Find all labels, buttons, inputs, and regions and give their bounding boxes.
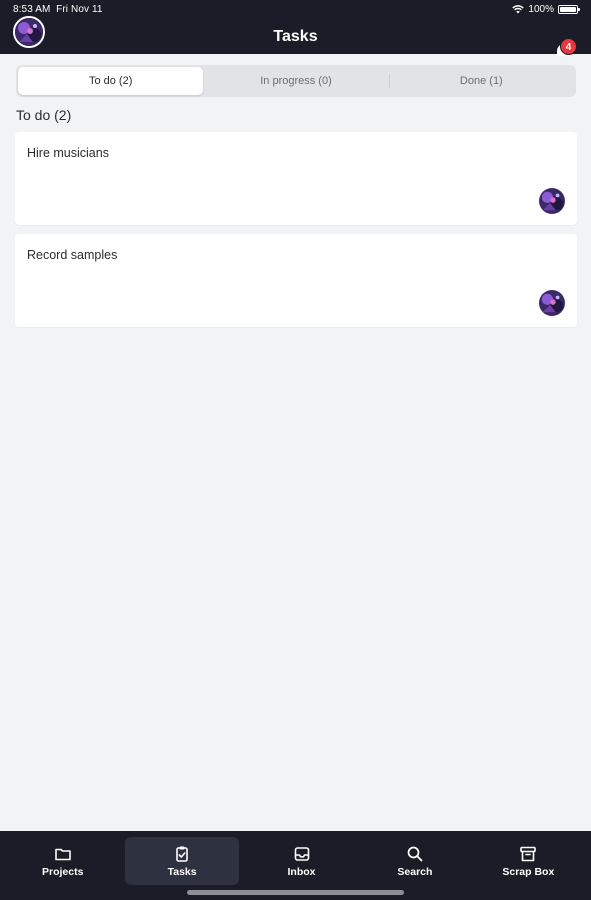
task-title: Hire musicians: [27, 146, 109, 160]
section-title: To do (2): [16, 107, 72, 123]
segment-todo[interactable]: To do (2): [18, 67, 204, 95]
wifi-icon: [512, 5, 525, 14]
tab-scrap-box[interactable]: Scrap Box: [472, 837, 585, 885]
clock-text: 8:53 AM: [13, 4, 51, 15]
tab-label: Projects: [41, 865, 84, 878]
clipboard-check-icon: [176, 846, 188, 862]
tab-search[interactable]: Search: [358, 837, 471, 885]
tab-tasks[interactable]: Tasks: [125, 837, 239, 885]
folder-icon: [54, 848, 71, 860]
task-title: Record samples: [27, 248, 118, 262]
top-bar: 8:53 AM Fri Nov 11 100% Tasks: [0, 0, 591, 54]
segment-in-progress[interactable]: In progress (0): [203, 67, 388, 95]
archive-box-icon: [520, 846, 537, 861]
segment-done[interactable]: Done (1): [388, 67, 574, 95]
home-indicator: [187, 890, 404, 895]
search-icon: [407, 846, 423, 861]
assignee-avatar: [539, 290, 565, 316]
tab-label: Tasks: [167, 865, 197, 878]
inbox-icon: [294, 846, 309, 861]
battery-icon: [558, 5, 580, 14]
tab-label: Inbox: [287, 865, 316, 878]
status-time: 8:53 AM Fri Nov 11: [13, 4, 103, 15]
task-card[interactable]: Hire musicians: [15, 132, 577, 225]
notification-badge: 4: [560, 38, 577, 55]
status-indicators: 100%: [512, 4, 580, 15]
assignee-avatar: [539, 188, 565, 214]
task-card[interactable]: Record samples: [15, 234, 577, 327]
page-title: Tasks: [273, 28, 318, 45]
tab-inbox[interactable]: Inbox: [245, 837, 358, 885]
tab-projects[interactable]: Projects: [6, 837, 119, 885]
tab-label: Scrap Box: [502, 865, 555, 878]
battery-percent: 100%: [528, 4, 554, 15]
tab-label: Search: [397, 865, 433, 878]
status-segmented-control: To do (2) In progress (0) Done (1): [16, 65, 576, 97]
date-text: Fri Nov 11: [56, 4, 103, 15]
